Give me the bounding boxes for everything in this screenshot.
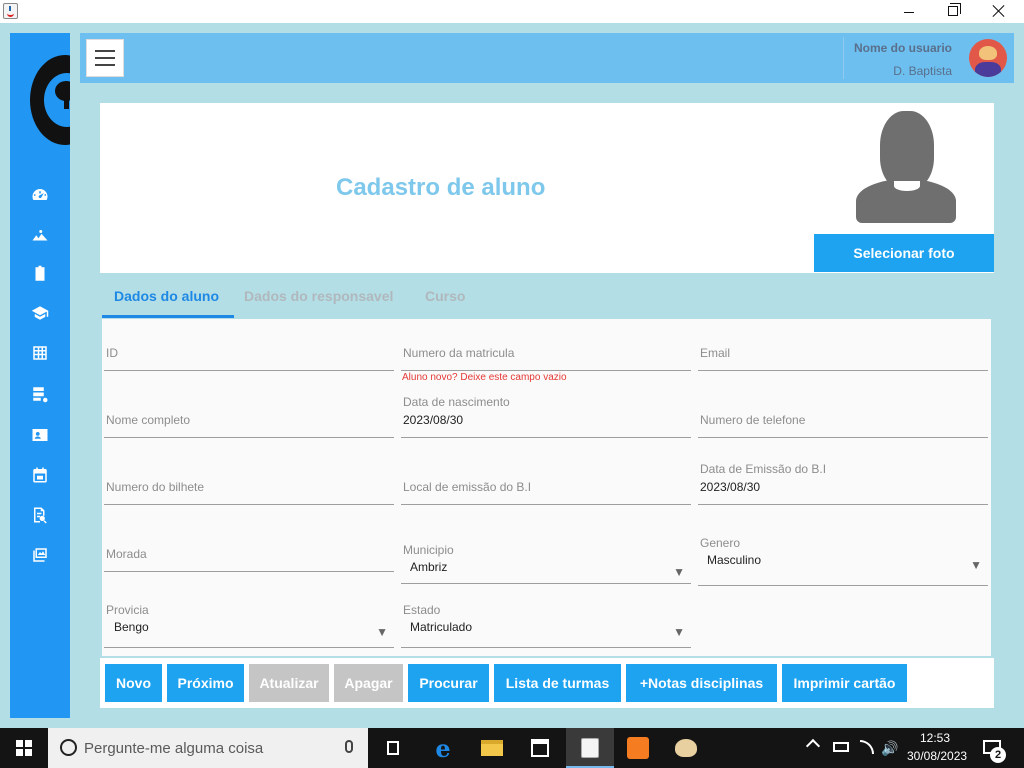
- maximize-button[interactable]: [930, 0, 976, 22]
- user-title: Nome do usuario: [853, 41, 952, 55]
- task-view-icon[interactable]: [381, 736, 405, 760]
- hamburger-icon: [95, 50, 115, 52]
- xampp-icon[interactable]: [626, 736, 650, 760]
- header-panel: Cadastro de aluno Selecionar foto: [100, 103, 994, 273]
- apagar-button[interactable]: Apagar: [334, 664, 403, 702]
- file-explorer-icon[interactable]: [480, 736, 504, 760]
- field-label: Morada: [106, 547, 147, 561]
- landscape-icon[interactable]: [30, 226, 50, 246]
- imprimir-cartao-button[interactable]: Imprimir cartão: [782, 664, 907, 702]
- field-label: Data de nascimento: [403, 395, 510, 409]
- field-label: Estado: [403, 603, 441, 617]
- cortana-icon: [60, 739, 77, 756]
- novo-button[interactable]: Novo: [105, 664, 162, 702]
- matricula-hint: Aluno novo? Deixe este campo vazio: [402, 372, 567, 383]
- field-label: Email: [700, 346, 731, 360]
- paint-icon[interactable]: [674, 736, 698, 760]
- battery-icon[interactable]: [833, 742, 849, 752]
- field-label: Genero: [700, 536, 741, 550]
- tab-dados-responsavel[interactable]: Dados do responsavel: [244, 288, 393, 304]
- speaker-icon[interactable]: 🔊: [881, 740, 898, 757]
- user-placeholder-icon: [856, 109, 956, 223]
- divider: [843, 37, 844, 79]
- field-label: Numero da matricula: [403, 346, 515, 360]
- field-label: Numero de telefone: [700, 413, 806, 427]
- database-icon[interactable]: [30, 384, 50, 404]
- contact-card-icon[interactable]: [30, 425, 50, 445]
- edge-browser-icon[interactable]: e: [431, 734, 455, 763]
- chevron-up-icon[interactable]: [805, 738, 821, 754]
- field-value: Ambriz: [410, 560, 448, 574]
- document-search-icon[interactable]: [30, 505, 50, 525]
- user-name: D. Baptista: [893, 64, 952, 78]
- field-value: Masculino: [707, 553, 762, 567]
- student-form: ID Numero da matricula Aluno novo? Deixe…: [102, 319, 991, 656]
- action-bar: Novo Próximo Atualizar Apagar Procurar L…: [100, 658, 994, 708]
- field-label: Nome completo: [106, 413, 191, 427]
- close-button[interactable]: [976, 0, 1022, 22]
- windows-icon: [16, 740, 32, 756]
- minimize-icon: [904, 11, 914, 13]
- active-tab-indicator: [102, 315, 234, 318]
- field-value: Bengo: [114, 620, 149, 634]
- gallery-icon[interactable]: [30, 545, 50, 565]
- atualizar-button[interactable]: Atualizar: [249, 664, 329, 702]
- store-icon[interactable]: [528, 736, 552, 760]
- window-titlebar: [0, 0, 1024, 23]
- java-app-icon[interactable]: [578, 736, 602, 760]
- tree-icon: [55, 81, 70, 109]
- select-photo-button[interactable]: Selecionar foto: [814, 234, 994, 272]
- app-window: Nome do usuario D. Baptista Cadastro de …: [0, 23, 1024, 728]
- field-label: Numero do bilhete: [106, 480, 205, 494]
- minimize-button[interactable]: [886, 0, 932, 22]
- calendar-icon[interactable]: [30, 465, 50, 485]
- chevron-down-icon: ▼: [673, 565, 685, 579]
- id-badge-icon[interactable]: [30, 264, 50, 284]
- java-app-icon: [3, 3, 18, 19]
- procurar-button[interactable]: Procurar: [408, 664, 489, 702]
- field-label: Municipio: [403, 543, 454, 557]
- lista-turmas-button[interactable]: Lista de turmas: [494, 664, 621, 702]
- chevron-down-icon: ▼: [970, 558, 982, 572]
- microphone-icon[interactable]: [345, 740, 353, 753]
- field-value: 2023/08/30: [403, 413, 464, 427]
- page-title: Cadastro de aluno: [336, 174, 546, 201]
- tab-dados-aluno[interactable]: Dados do aluno: [114, 288, 219, 304]
- chevron-down-icon: ▼: [673, 625, 685, 639]
- search-placeholder: Pergunte-me alguma coisa: [84, 740, 264, 757]
- school-logo: [30, 55, 70, 145]
- wifi-icon[interactable]: [860, 740, 874, 754]
- field-label: Provicia: [106, 603, 149, 617]
- close-icon: [993, 5, 1005, 17]
- top-bar: Nome do usuario D. Baptista: [80, 33, 1014, 83]
- clock-date[interactable]: 30/08/2023: [907, 749, 967, 763]
- field-label: Data de Emissão do B.I: [700, 462, 827, 476]
- proximo-button[interactable]: Próximo: [167, 664, 244, 702]
- restore-icon: [948, 3, 961, 16]
- graduation-cap-icon[interactable]: [30, 303, 50, 323]
- menu-button[interactable]: [86, 39, 124, 77]
- avatar[interactable]: [969, 39, 1007, 77]
- field-value: Matriculado: [410, 620, 473, 634]
- tab-curso[interactable]: Curso: [425, 288, 465, 304]
- clock-time[interactable]: 12:53: [920, 731, 950, 745]
- chevron-down-icon: ▼: [376, 625, 388, 639]
- sidebar: [10, 33, 70, 718]
- calculator-icon[interactable]: [30, 343, 50, 363]
- notas-disciplinas-button[interactable]: +Notas disciplinas: [626, 664, 777, 702]
- start-button[interactable]: [0, 728, 48, 768]
- field-value: 2023/08/30: [700, 480, 761, 494]
- field-label: ID: [106, 346, 118, 360]
- search-box[interactable]: Pergunte-me alguma coisa: [48, 728, 368, 768]
- notification-count: 2: [990, 747, 1006, 763]
- field-label: Local de emissão do B.I: [403, 480, 532, 494]
- dashboard-icon[interactable]: [30, 185, 50, 205]
- taskbar: Pergunte-me alguma coisa e 🔊 12:53 30/08…: [0, 728, 1024, 768]
